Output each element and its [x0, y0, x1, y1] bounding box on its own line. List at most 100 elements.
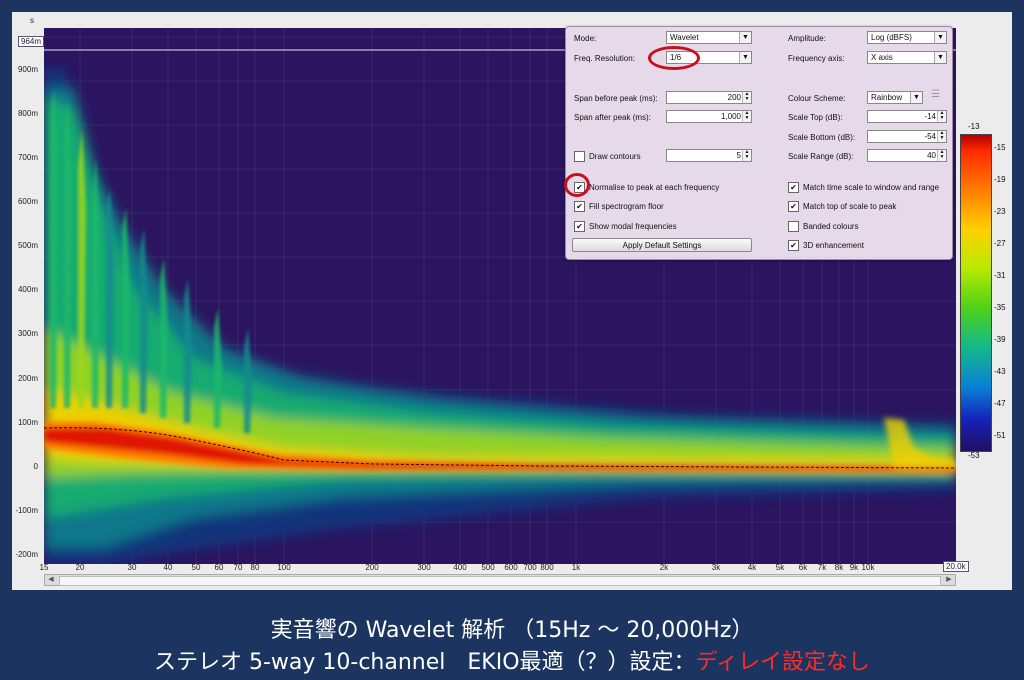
- colorbar-tick: -35: [994, 303, 1006, 312]
- draw-contours-input[interactable]: 5 ▲ ▼: [666, 149, 752, 162]
- scale-range-value: 40: [927, 151, 936, 160]
- caption-line-2: ステレオ 5-way 10-channel EKIO最適（？）設定：ディレイ設定…: [0, 644, 1024, 676]
- spinner-icon[interactable]: ▲ ▼: [937, 150, 946, 161]
- x-tick: 500: [481, 563, 495, 572]
- enhance-3d-label: 3D enhancement: [803, 241, 864, 250]
- x-tick: 9k: [849, 563, 859, 572]
- x-tick: 400: [453, 563, 467, 572]
- colorbar-tick: -23: [994, 207, 1006, 216]
- span-before-label: Span before peak (ms):: [574, 94, 658, 103]
- banded-colours-checkbox[interactable]: [788, 221, 799, 232]
- show-modal-label: Show modal frequencies: [589, 222, 677, 231]
- frequency-axis-select[interactable]: X axis ▼: [867, 51, 947, 64]
- colorbar-tick: -31: [994, 271, 1006, 280]
- colorbar-tick: -43: [994, 367, 1006, 376]
- scale-bottom-value: -54: [924, 132, 936, 141]
- x-tick: 800: [540, 563, 554, 572]
- scale-range-input[interactable]: 40 ▲ ▼: [867, 149, 947, 162]
- horizontal-scrollbar[interactable]: ◀ ▶: [44, 574, 956, 586]
- amplitude-value: Log (dBFS): [871, 33, 912, 42]
- x-tick: 8k: [834, 563, 844, 572]
- colour-scale-bar: [960, 134, 992, 452]
- y-tick: 200m: [17, 374, 38, 383]
- spinner-icon[interactable]: ▲ ▼: [937, 131, 946, 142]
- highlight-ring-freq-resolution: [648, 46, 700, 70]
- x-tick: 700: [523, 563, 537, 572]
- cursor-frequency-readout[interactable]: 20.0k: [943, 561, 969, 572]
- colorbar-tick: -27: [994, 239, 1006, 248]
- colorbar-tick: -47: [994, 399, 1006, 408]
- scale-top-input[interactable]: -14 ▲ ▼: [867, 110, 947, 123]
- y-tick: -200m: [15, 550, 38, 559]
- normalise-label: Normalise to peak at each frequency: [589, 183, 720, 192]
- amplitude-select[interactable]: Log (dBFS) ▼: [867, 31, 947, 44]
- colour-scheme-select[interactable]: Rainbow ▼: [867, 91, 923, 104]
- y-tick: 900m: [17, 65, 38, 74]
- match-time-checkbox[interactable]: ✔: [788, 182, 799, 193]
- match-time-label: Match time scale to window and range: [803, 183, 940, 192]
- freq-resolution-label: Freq. Resolution:: [574, 54, 635, 63]
- spinner-icon[interactable]: ▲ ▼: [742, 111, 751, 122]
- x-tick: 7k: [817, 563, 827, 572]
- span-after-value: 1,000: [720, 112, 741, 121]
- banded-colours-label: Banded colours: [803, 222, 859, 231]
- caption-line-1: 実音響の Wavelet 解析 （15Hz ～ 20,000Hz）: [270, 618, 754, 643]
- colour-scheme-label: Colour Scheme:: [788, 94, 846, 103]
- caption-line-2-main: ステレオ 5-way 10-channel EKIO最適（？）設定：: [153, 650, 696, 675]
- span-after-input[interactable]: 1,000 ▲ ▼: [666, 110, 752, 123]
- fill-floor-label: Fill spectrogram floor: [589, 202, 664, 211]
- spinner-icon[interactable]: ▲ ▼: [937, 111, 946, 122]
- colorbar-tick: -39: [994, 335, 1006, 344]
- mode-value: Wavelet: [670, 33, 699, 42]
- draw-contours-label: Draw contours: [589, 152, 641, 161]
- show-modal-checkbox[interactable]: ✔: [574, 221, 585, 232]
- y-tick: 600m: [17, 197, 38, 206]
- x-tick: 20: [75, 563, 85, 572]
- spinner-icon[interactable]: ▲ ▼: [742, 92, 751, 103]
- chevron-down-icon: ▼: [934, 52, 946, 63]
- chevron-down-icon: ▼: [910, 92, 922, 103]
- y-tick: 100m: [17, 418, 38, 427]
- x-tick: 100: [277, 563, 291, 572]
- x-tick: 200: [365, 563, 379, 572]
- colorbar-top-label: -13: [968, 122, 980, 131]
- x-tick: 1k: [571, 563, 581, 572]
- x-tick: 600: [504, 563, 518, 572]
- scroll-left-icon[interactable]: ◀: [45, 575, 57, 585]
- scrollbar-thumb[interactable]: [59, 576, 941, 586]
- colorbar-tick: -15: [994, 143, 1006, 152]
- chevron-down-icon: ▼: [739, 32, 751, 43]
- enhance-3d-checkbox[interactable]: ✔: [788, 240, 799, 251]
- span-after-label: Span after peak (ms):: [574, 113, 651, 122]
- match-top-label: Match top of scale to peak: [803, 202, 897, 211]
- chevron-down-icon: ▼: [934, 32, 946, 43]
- sliders-icon[interactable]: ☰: [931, 89, 940, 100]
- mode-select[interactable]: Wavelet ▼: [666, 31, 752, 44]
- x-tick: 3k: [711, 563, 721, 572]
- y-tick: 0: [33, 462, 38, 471]
- scale-bottom-input[interactable]: -54 ▲ ▼: [867, 130, 947, 143]
- x-tick: 10k: [861, 563, 875, 572]
- amplitude-label: Amplitude:: [788, 34, 826, 43]
- x-tick: 5k: [775, 563, 785, 572]
- colour-scheme-value: Rainbow: [871, 93, 903, 102]
- x-tick: 70: [233, 563, 243, 572]
- highlight-ring-normalise: [564, 173, 590, 197]
- fill-floor-checkbox[interactable]: ✔: [574, 201, 585, 212]
- scale-bottom-label: Scale Bottom (dB):: [788, 133, 856, 142]
- apply-default-settings-button[interactable]: Apply Default Settings: [572, 238, 752, 252]
- spinner-icon[interactable]: ▲ ▼: [742, 150, 751, 161]
- y-tick: 400m: [17, 285, 38, 294]
- frequency-axis-label: Frequency axis:: [788, 54, 845, 63]
- x-tick: 50: [191, 563, 201, 572]
- match-top-checkbox[interactable]: ✔: [788, 201, 799, 212]
- x-tick: 300: [417, 563, 431, 572]
- draw-contours-checkbox[interactable]: [574, 151, 585, 162]
- span-before-input[interactable]: 200 ▲ ▼: [666, 91, 752, 104]
- y-tick: 800m: [17, 109, 38, 118]
- time-marker-label[interactable]: 964m: [18, 36, 45, 47]
- scroll-right-icon[interactable]: ▶: [943, 575, 955, 585]
- x-tick: 60: [214, 563, 224, 572]
- x-tick: 30: [127, 563, 137, 572]
- x-tick: 40: [163, 563, 173, 572]
